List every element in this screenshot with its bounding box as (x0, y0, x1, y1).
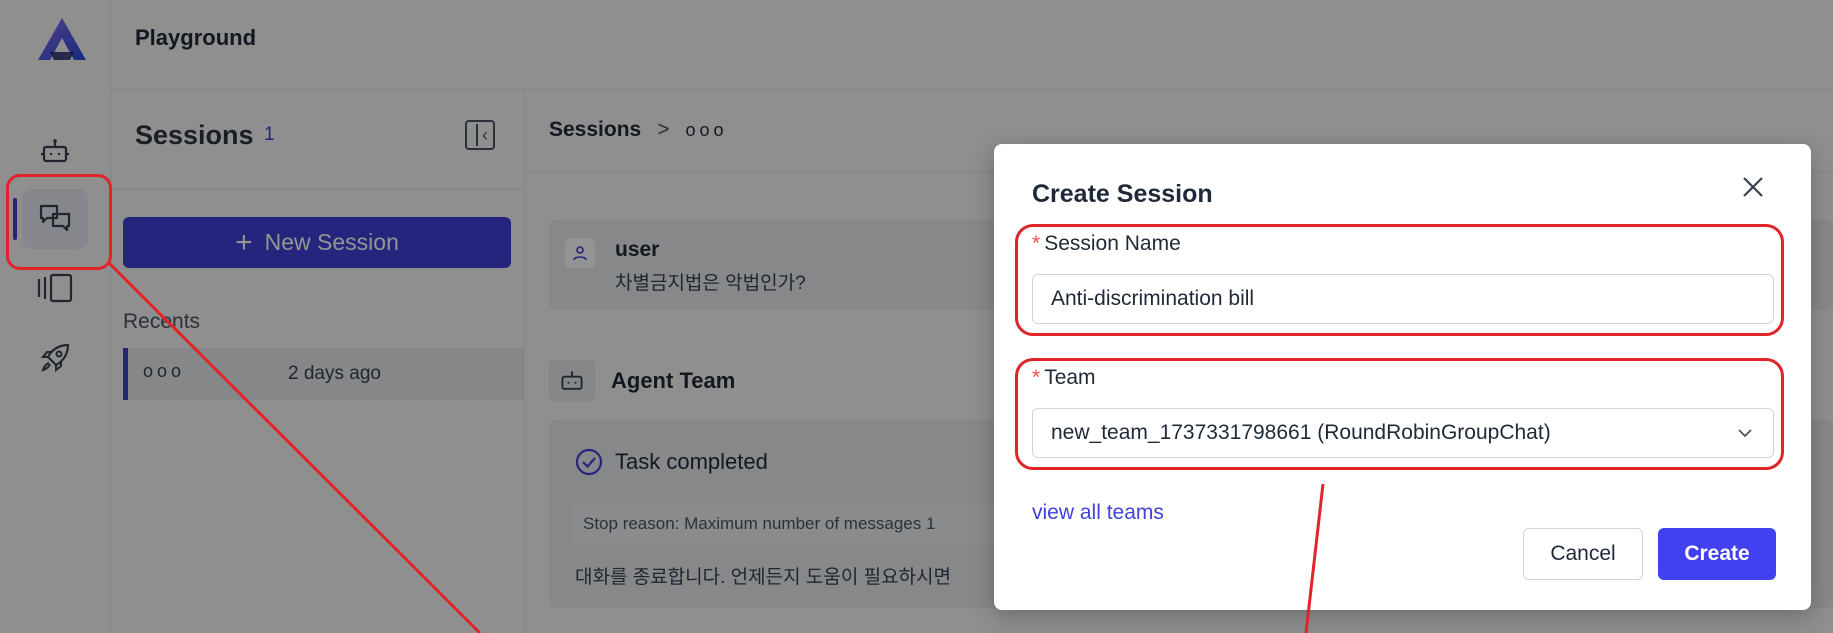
close-icon[interactable] (1738, 172, 1768, 202)
annotation-team-highlight (1015, 358, 1784, 470)
cancel-button[interactable]: Cancel (1523, 528, 1643, 580)
create-button[interactable]: Create (1658, 528, 1776, 580)
app-window: Playground Sessions 1 ‹ + New Session Re… (0, 0, 1833, 633)
annotation-sessions-highlight (6, 174, 112, 270)
modal-title: Create Session (1032, 180, 1213, 208)
view-all-teams-link[interactable]: view all teams (1032, 501, 1164, 525)
annotation-session-name-highlight (1015, 224, 1784, 336)
